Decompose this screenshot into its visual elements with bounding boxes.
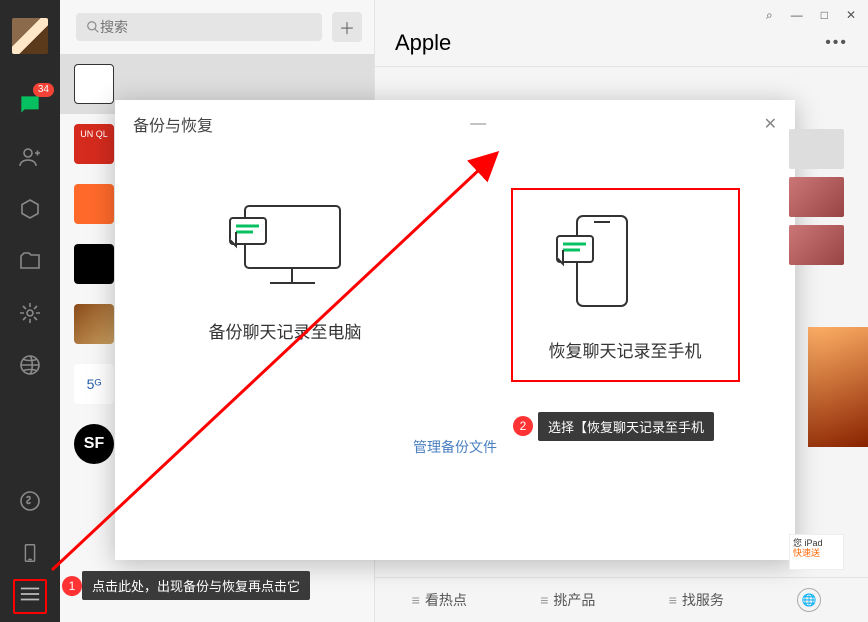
files-icon[interactable] (16, 247, 44, 275)
annotation-number-2: 2 (513, 416, 533, 436)
favorites-icon[interactable] (16, 195, 44, 223)
annotation-tip-2: 选择【恢复聊天记录至手机 (538, 412, 714, 441)
tab-services[interactable]: ≡找服务 (669, 590, 724, 610)
phone-icon[interactable] (16, 539, 44, 567)
menu-icon[interactable] (13, 579, 47, 614)
backup-restore-dialog: 备份与恢复 — ✕ 备份聊天记录至电脑 (115, 100, 795, 560)
bottom-bar: ≡看热点 ≡挑产品 ≡找服务 🌐 (375, 577, 868, 622)
chat-avatar: SF (74, 424, 114, 464)
chat-avatar: 5ᴳ (74, 364, 114, 404)
search-input[interactable] (100, 19, 312, 35)
moments-icon[interactable] (16, 299, 44, 327)
image-preview[interactable] (808, 327, 868, 447)
chat-avatar (74, 64, 114, 104)
more-icon[interactable]: ••• (825, 34, 848, 52)
minimize-icon[interactable]: — (791, 8, 803, 22)
search-icon (86, 20, 100, 34)
dialog-title: 备份与恢复 (133, 112, 213, 136)
new-chat-button[interactable]: ＋ (332, 12, 362, 42)
list-icon: ≡ (669, 592, 677, 608)
left-sidebar: 34 (0, 0, 60, 622)
backup-to-pc-label: 备份聊天记录至电脑 (209, 318, 362, 343)
input-method-icon[interactable]: 🌐 (797, 588, 821, 612)
maximize-icon[interactable]: □ (821, 8, 828, 22)
dialog-close-icon[interactable]: ✕ (764, 114, 777, 134)
monitor-icon (215, 188, 355, 298)
thumb[interactable] (789, 129, 844, 169)
tab-products[interactable]: ≡挑产品 (540, 590, 595, 610)
ad-card[interactable]: 您 iPad快速送 (789, 534, 844, 570)
unread-badge: 34 (33, 83, 54, 97)
image-thumbs (789, 129, 844, 265)
window-controls: ⌕ — □ ✕ (375, 0, 868, 30)
pin-icon[interactable]: ⌕ (766, 8, 773, 23)
contacts-icon[interactable] (16, 143, 44, 171)
miniprogram-icon[interactable] (16, 487, 44, 515)
list-icon: ≡ (540, 592, 548, 608)
chat-avatar (74, 184, 114, 224)
search-input-wrap[interactable] (76, 13, 322, 41)
user-avatar[interactable] (12, 18, 48, 54)
chat-avatar: UN QL (74, 124, 114, 164)
restore-to-phone-label: 恢复聊天记录至手机 (549, 337, 702, 362)
annotation-tip-1: 点击此处，出现备份与恢复再点击它 (82, 571, 310, 600)
chat-title: Apple (395, 30, 451, 56)
dialog-minimize-icon[interactable]: — (470, 115, 486, 133)
thumb[interactable] (789, 177, 844, 217)
restore-to-phone-option[interactable]: 恢复聊天记录至手机 (511, 188, 740, 382)
chat-avatar (74, 244, 114, 284)
chat-icon[interactable]: 34 (16, 91, 44, 119)
chat-avatar (74, 304, 114, 344)
tab-hot[interactable]: ≡看热点 (412, 590, 467, 610)
close-icon[interactable]: ✕ (846, 8, 856, 22)
backup-to-pc-option[interactable]: 备份聊天记录至电脑 (115, 188, 455, 382)
thumb[interactable] (789, 225, 844, 265)
annotation-number-1: 1 (62, 576, 82, 596)
phone-restore-icon (549, 208, 639, 318)
aperture-icon[interactable] (16, 351, 44, 379)
list-icon: ≡ (412, 592, 420, 608)
